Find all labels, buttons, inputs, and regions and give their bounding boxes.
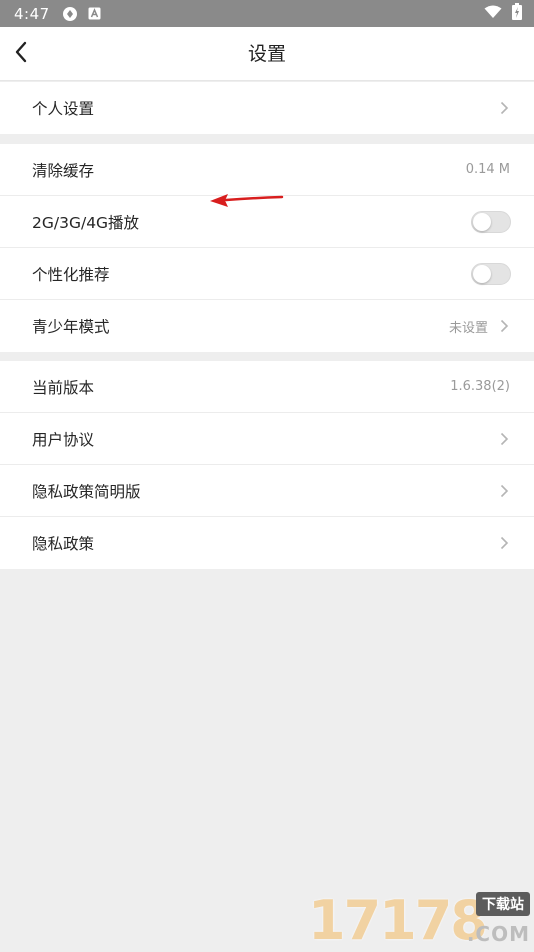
settings-row-youth-mode[interactable]: 青少年模式 未设置 <box>0 300 534 352</box>
settings-group-about: 当前版本 1.6.38(2) 用户协议 隐私政策简明版 隐私政策 <box>0 361 534 569</box>
row-label: 个人设置 <box>32 97 94 119</box>
watermark-number: 17178 <box>308 894 486 948</box>
youth-mode-value: 未设置 <box>449 317 488 336</box>
watermark-tag: 下载站 <box>476 892 530 916</box>
settings-group-personal: 个人设置 <box>0 82 534 134</box>
personalized-recommendation-toggle[interactable] <box>471 263 511 285</box>
chevron-right-icon <box>498 319 510 333</box>
status-bar: 4:47 <box>0 0 534 27</box>
chevron-right-icon <box>498 101 510 115</box>
chevron-right-icon <box>498 536 510 550</box>
toggle-knob <box>473 213 491 231</box>
mobile-data-playback-toggle[interactable] <box>471 211 511 233</box>
sync-icon <box>62 6 78 22</box>
row-label: 隐私政策 <box>32 532 94 554</box>
row-label: 隐私政策简明版 <box>32 480 141 502</box>
settings-row-personal-settings[interactable]: 个人设置 <box>0 82 534 134</box>
row-label: 清除缓存 <box>32 159 94 181</box>
app-header: 设置 <box>0 27 534 81</box>
watermark-domain: .COM <box>467 922 530 946</box>
toggle-knob <box>473 265 491 283</box>
row-label: 个性化推荐 <box>32 263 110 285</box>
row-label: 当前版本 <box>32 376 94 398</box>
settings-group-playback: 清除缓存 0.14 M 2G/3G/4G播放 个性化推荐 青少年模式 未设置 <box>0 144 534 352</box>
version-value: 1.6.38(2) <box>450 379 510 394</box>
settings-row-mobile-data-playback[interactable]: 2G/3G/4G播放 <box>0 196 534 248</box>
settings-row-privacy-policy[interactable]: 隐私政策 <box>0 517 534 569</box>
settings-row-personalized-recommendation[interactable]: 个性化推荐 <box>0 248 534 300</box>
status-time: 4:47 <box>14 5 50 23</box>
chevron-right-icon <box>498 432 510 446</box>
chevron-right-icon <box>498 484 510 498</box>
cache-size-value: 0.14 M <box>466 162 510 177</box>
settings-row-clear-cache[interactable]: 清除缓存 0.14 M <box>0 144 534 196</box>
settings-row-current-version[interactable]: 当前版本 1.6.38(2) <box>0 361 534 413</box>
site-watermark: 17178 下载站 .COM <box>304 892 534 950</box>
settings-row-user-agreement[interactable]: 用户协议 <box>0 413 534 465</box>
battery-charging-icon <box>512 3 522 24</box>
row-label: 青少年模式 <box>32 315 110 337</box>
page-title: 设置 <box>0 27 534 81</box>
notification-a-icon <box>88 7 101 20</box>
wifi-icon <box>484 5 502 23</box>
row-label: 用户协议 <box>32 428 94 450</box>
settings-row-privacy-policy-summary[interactable]: 隐私政策简明版 <box>0 465 534 517</box>
row-label: 2G/3G/4G播放 <box>32 211 139 233</box>
